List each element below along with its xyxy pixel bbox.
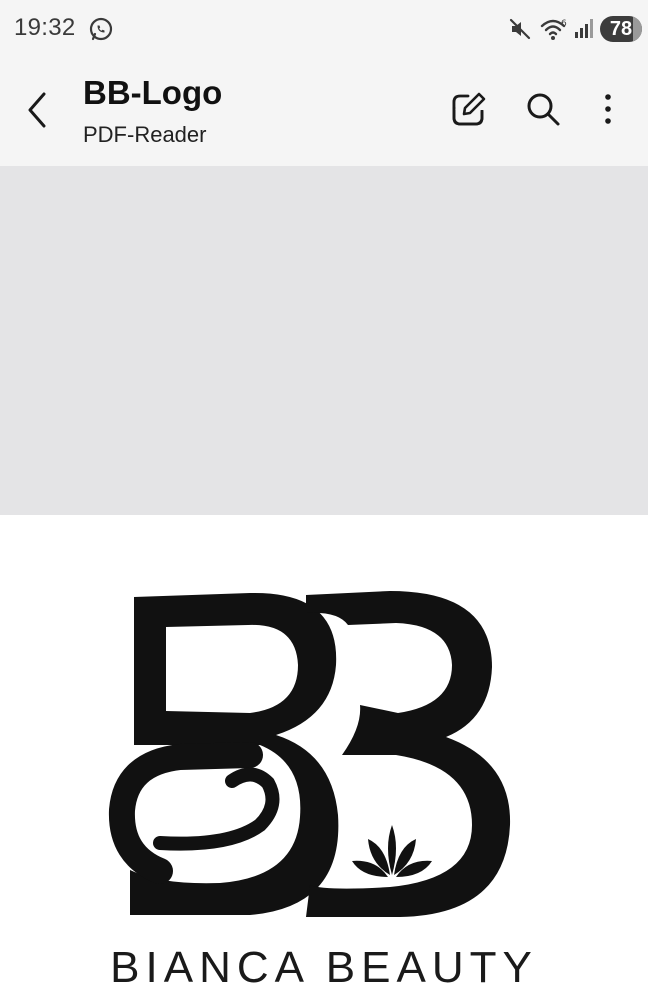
lotus-icon bbox=[352, 825, 432, 877]
document-subtitle: PDF-Reader bbox=[83, 122, 207, 147]
battery-level: 78 bbox=[609, 18, 633, 40]
search-icon[interactable] bbox=[522, 88, 564, 130]
edit-icon[interactable] bbox=[448, 88, 490, 130]
status-bar: 19:32 6 78 bbox=[0, 0, 648, 56]
bb-logo-mark bbox=[108, 591, 511, 917]
whatsapp-icon bbox=[89, 17, 113, 41]
wifi-icon: 6 bbox=[540, 19, 567, 40]
viewer-background bbox=[0, 166, 648, 515]
app-bar: BB-Logo PDF-Reader bbox=[0, 56, 648, 166]
signal-icon bbox=[575, 19, 593, 38]
mute-icon bbox=[509, 18, 531, 40]
svg-text:6: 6 bbox=[561, 19, 567, 29]
pdf-page[interactable]: BIANCA BEAUTY bbox=[0, 515, 648, 1001]
status-time: 19:32 bbox=[14, 14, 76, 41]
document-title: BB-Logo bbox=[83, 74, 223, 111]
battery-indicator: 78 bbox=[600, 16, 642, 42]
more-icon[interactable] bbox=[590, 88, 626, 130]
logo-wordmark: BIANCA BEAUTY bbox=[110, 943, 538, 992]
back-icon[interactable] bbox=[18, 86, 58, 134]
